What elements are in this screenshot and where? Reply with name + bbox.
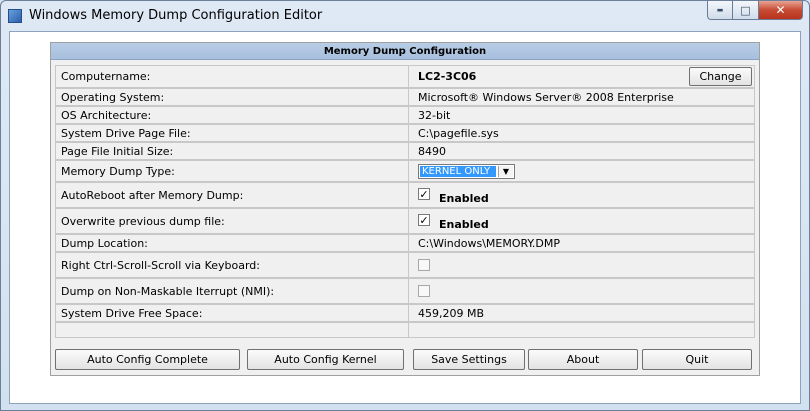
- save-settings-button[interactable]: Save Settings: [413, 349, 525, 370]
- dump-location-value: C:\Windows\MEMORY.DMP: [418, 236, 561, 250]
- row-ctrl-scroll: Right Ctrl-Scroll-Scroll via Keyboard:: [55, 252, 755, 278]
- row-os: Operating System: Microsoft® Windows Ser…: [55, 88, 755, 106]
- chevron-down-icon[interactable]: ▼: [498, 166, 513, 177]
- os-value: Microsoft® Windows Server® 2008 Enterpri…: [418, 90, 674, 104]
- page-file-size-value: 8490: [418, 144, 446, 158]
- quit-button[interactable]: Quit: [642, 349, 752, 370]
- page-file-size-label: Page File Initial Size:: [56, 143, 409, 159]
- row-free-space: System Drive Free Space: 459,209 MB: [55, 304, 755, 322]
- dump-type-select[interactable]: KERNEL ONLY ▼: [418, 164, 515, 179]
- caption-buttons: ▬ □ ✕: [707, 1, 803, 21]
- close-button[interactable]: ✕: [759, 1, 803, 20]
- row-autoreboot: AutoReboot after Memory Dump: ✓ Enabled: [55, 182, 755, 208]
- computername-value: LC2-3C06: [418, 70, 477, 83]
- architecture-label: OS Architecture:: [56, 107, 409, 123]
- row-page-file-size: Page File Initial Size: 8490: [55, 142, 755, 160]
- auto-config-kernel-button[interactable]: Auto Config Kernel: [247, 349, 404, 370]
- computername-value-cell: LC2-3C06 Change: [410, 66, 754, 87]
- autoreboot-label: AutoReboot after Memory Dump:: [56, 183, 409, 207]
- main-window: Windows Memory Dump Configuration Editor…: [0, 0, 810, 411]
- nmi-label: Dump on Non-Maskable Iterrupt (NMI):: [56, 279, 409, 303]
- checkmark-icon: ✓: [419, 187, 429, 201]
- computername-label: Computername:: [56, 66, 409, 87]
- free-space-label: System Drive Free Space:: [56, 305, 409, 321]
- ctrl-scroll-checkbox[interactable]: [418, 259, 430, 271]
- dump-location-label: Dump Location:: [56, 235, 409, 251]
- title-bar[interactable]: Windows Memory Dump Configuration Editor…: [1, 1, 809, 31]
- row-overwrite: Overwrite previous dump file: ✓ Enabled: [55, 208, 755, 234]
- auto-config-complete-button[interactable]: Auto Config Complete: [55, 349, 240, 370]
- nmi-checkbox[interactable]: [418, 285, 430, 297]
- maximize-button[interactable]: □: [733, 1, 759, 20]
- dump-type-label: Memory Dump Type:: [56, 161, 409, 181]
- os-label: Operating System:: [56, 89, 409, 105]
- row-nmi: Dump on Non-Maskable Iterrupt (NMI):: [55, 278, 755, 304]
- row-dump-type: Memory Dump Type: KERNEL ONLY ▼: [55, 160, 755, 182]
- change-button[interactable]: Change: [689, 67, 752, 86]
- dump-type-value-cell: KERNEL ONLY ▼: [410, 161, 754, 181]
- close-icon: ✕: [775, 3, 786, 17]
- architecture-value: 32-bit: [418, 108, 451, 122]
- overwrite-label: Overwrite previous dump file:: [56, 209, 409, 233]
- client-area: Memory Dump Configuration Computername: …: [9, 31, 801, 404]
- row-page-file: System Drive Page File: C:\pagefile.sys: [55, 124, 755, 142]
- free-space-value: 459,209 MB: [418, 306, 485, 320]
- autoreboot-value-cell: ✓ Enabled: [410, 183, 754, 207]
- row-computername: Computername: LC2-3C06 Change: [55, 65, 755, 88]
- page-file-value: C:\pagefile.sys: [418, 126, 499, 140]
- overwrite-checkbox[interactable]: ✓: [418, 214, 430, 226]
- application-icon: [8, 9, 22, 23]
- page-file-label: System Drive Page File:: [56, 125, 409, 141]
- panel-header: Memory Dump Configuration: [51, 43, 759, 60]
- about-button[interactable]: About: [528, 349, 638, 370]
- overwrite-value-cell: ✓ Enabled: [410, 209, 754, 233]
- overwrite-enabled-label: Enabled: [439, 218, 489, 231]
- minimize-button[interactable]: ▬: [707, 1, 733, 20]
- memory-dump-panel: Memory Dump Configuration Computername: …: [50, 42, 760, 376]
- window-title: Windows Memory Dump Configuration Editor: [29, 8, 323, 23]
- spacer-cell: [56, 323, 409, 337]
- ctrl-scroll-label: Right Ctrl-Scroll-Scroll via Keyboard:: [56, 253, 409, 277]
- checkmark-icon: ✓: [419, 213, 429, 227]
- row-architecture: OS Architecture: 32-bit: [55, 106, 755, 124]
- minimize-icon: ▬: [716, 6, 724, 14]
- dump-type-selected: KERNEL ONLY: [420, 166, 496, 177]
- autoreboot-checkbox[interactable]: ✓: [418, 188, 430, 200]
- row-spacer: [55, 322, 755, 338]
- autoreboot-enabled-label: Enabled: [439, 192, 489, 205]
- row-dump-location: Dump Location: C:\Windows\MEMORY.DMP: [55, 234, 755, 252]
- nmi-value-cell: [410, 279, 754, 303]
- ctrl-scroll-value-cell: [410, 253, 754, 277]
- maximize-icon: □: [740, 3, 751, 17]
